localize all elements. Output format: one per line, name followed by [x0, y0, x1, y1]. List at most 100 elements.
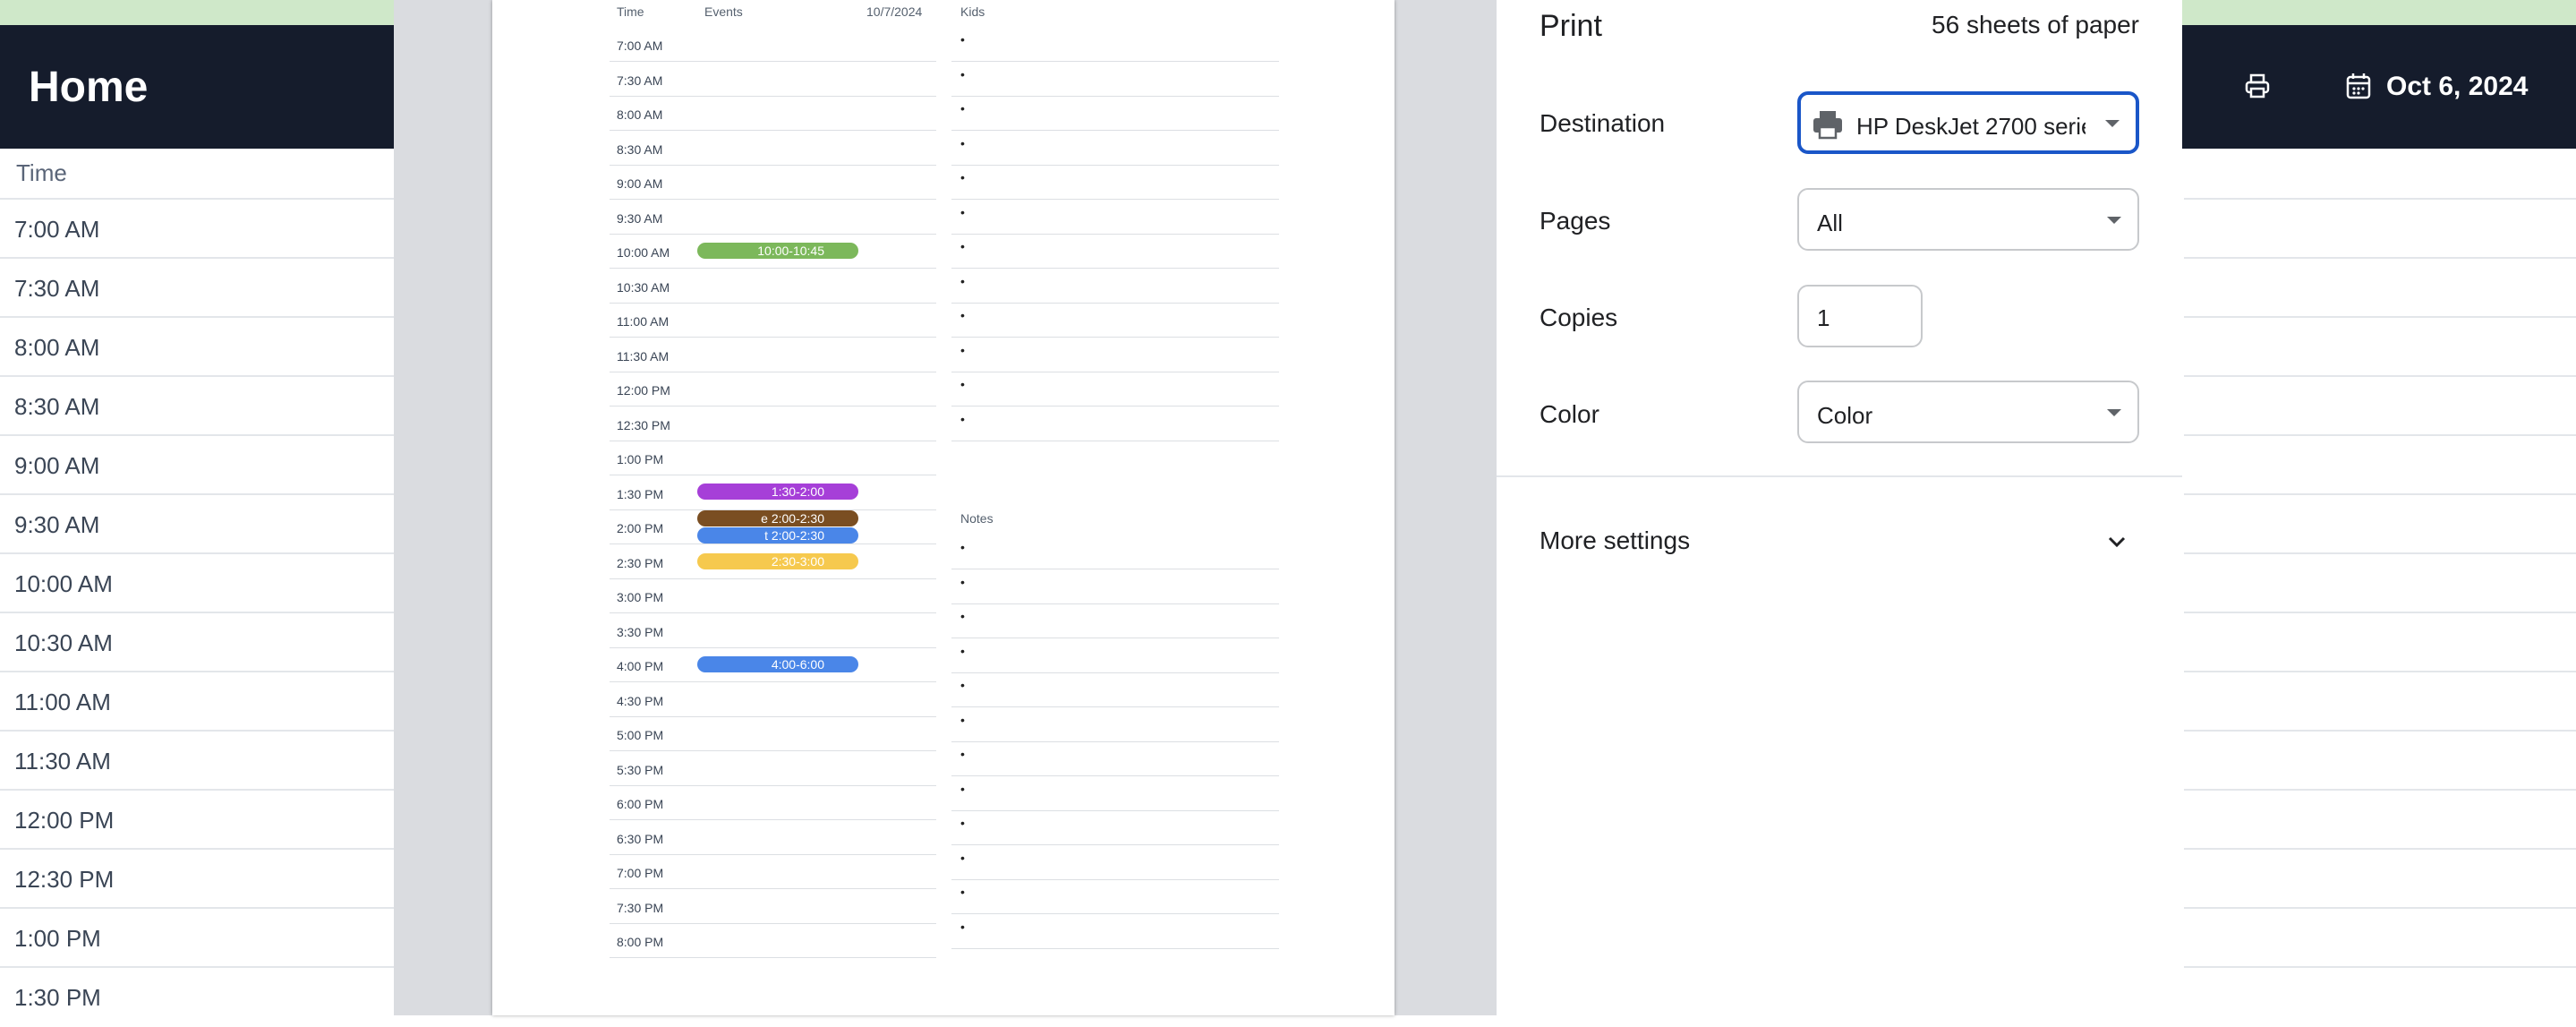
- pages-value: All: [1817, 210, 1843, 236]
- notes-bullet: •: [960, 919, 965, 934]
- notes-row: •: [951, 535, 1279, 569]
- notes-row: •: [951, 845, 1279, 880]
- preview-time-label: 4:00 PM: [617, 659, 664, 673]
- preview-notes-header: Notes: [960, 511, 994, 526]
- kids-bullet: •: [960, 411, 965, 426]
- time-row: 12:00 PM: [0, 789, 394, 850]
- preview-time-label: 10:00 AM: [617, 245, 670, 260]
- time-row: 12:30 PM: [0, 848, 394, 909]
- copies-input[interactable]: 1: [1797, 285, 1923, 347]
- chevron-down-icon: [2108, 536, 2126, 548]
- more-settings-toggle[interactable]: More settings: [1497, 510, 2182, 573]
- kids-bullet: •: [960, 342, 965, 357]
- color-select[interactable]: Color: [1797, 381, 2139, 443]
- preview-time-row: 11:00 AM: [610, 303, 936, 338]
- preview-time-label: 1:00 PM: [617, 452, 664, 466]
- preview-time-row: 1:00 PM: [610, 441, 936, 475]
- copies-value: 1: [1817, 304, 1830, 331]
- preview-time-label: 9:00 AM: [617, 176, 663, 191]
- print-title: Print: [1540, 9, 1602, 43]
- color-value: Color: [1817, 402, 1873, 429]
- preview-time-label: 7:30 PM: [617, 900, 664, 915]
- time-label: 1:00 PM: [14, 925, 101, 952]
- kids-bullet: •: [960, 101, 965, 116]
- preview-time-row: 3:30 PM: [610, 613, 936, 648]
- copies-label: Copies: [1540, 304, 1618, 331]
- sheet-count: 56 sheets of paper: [1932, 11, 2139, 39]
- time-label: 1:30 PM: [14, 984, 101, 1011]
- time-row-cell: [2184, 434, 2576, 495]
- event-time-label: e 2:00-2:30: [761, 511, 824, 526]
- preview-time-label: 11:30 AM: [617, 348, 670, 364]
- kids-row: •: [951, 62, 1279, 97]
- notes-row: •: [951, 638, 1279, 673]
- kids-row: •: [951, 372, 1279, 407]
- event-block[interactable]: 10:00-10:45: [697, 243, 858, 259]
- time-row: 8:00 AM: [0, 316, 394, 377]
- preview-time-row: 9:30 AM: [610, 200, 936, 235]
- preview-time-row: 5:00 PM: [610, 716, 936, 751]
- preview-time-label: 3:30 PM: [617, 624, 664, 639]
- preview-kids-header: Kids: [960, 4, 985, 19]
- event-block[interactable]: t 2:00-2:30: [697, 527, 858, 543]
- destination-select[interactable]: HP DeskJet 2700 serie: [1797, 91, 2139, 154]
- event-block[interactable]: 1:30-2:00: [697, 484, 858, 500]
- kids-row: •: [951, 96, 1279, 131]
- time-row-cell: [2184, 848, 2576, 909]
- preview-time-row: 6:00 PM: [610, 785, 936, 820]
- notes-row: •: [951, 741, 1279, 776]
- kids-row: •: [951, 27, 1279, 62]
- preview-time-row: 7:00 PM: [610, 854, 936, 889]
- time-row: 11:00 AM: [0, 671, 394, 732]
- time-label: 10:30 AM: [14, 629, 113, 656]
- notes-row: •: [951, 914, 1279, 949]
- print-icon[interactable]: [2243, 72, 2272, 100]
- notes-row: •: [951, 810, 1279, 845]
- color-label: Color: [1540, 400, 1599, 428]
- preview-time-label: 7:00 PM: [617, 866, 664, 880]
- time-row-cell: [2184, 907, 2576, 968]
- event-block[interactable]: 4:00-6:00: [697, 656, 858, 672]
- calendar-icon[interactable]: [2345, 72, 2372, 100]
- kids-row: •: [951, 165, 1279, 200]
- time-row: 1:00 PM: [0, 907, 394, 968]
- pages-select[interactable]: All: [1797, 188, 2139, 251]
- time-label: 7:30 AM: [14, 275, 100, 302]
- time-label: 9:30 AM: [14, 511, 100, 538]
- event-block[interactable]: e 2:00-2:30: [697, 510, 858, 526]
- time-row: 9:00 AM: [0, 434, 394, 495]
- kids-row: •: [951, 200, 1279, 235]
- preview-date-header: 10/7/2024: [866, 4, 923, 19]
- destination-label: Destination: [1540, 109, 1666, 137]
- time-row-cell: [2184, 257, 2576, 318]
- time-row-cell: [2184, 375, 2576, 436]
- time-row: 1:30 PM: [0, 966, 394, 1027]
- time-label: 8:00 AM: [14, 334, 100, 361]
- kids-bullet: •: [960, 204, 965, 219]
- time-label: 9:00 AM: [14, 452, 100, 479]
- preview-time-label: 11:00 AM: [617, 314, 670, 329]
- time-row-cell: [2184, 552, 2576, 613]
- time-label: 10:00 AM: [14, 570, 113, 597]
- notes-bullet: •: [960, 678, 965, 692]
- notes-row: •: [951, 707, 1279, 742]
- notes-bullet: •: [960, 712, 965, 727]
- event-time-label: 4:00-6:00: [771, 657, 824, 672]
- preview-time-label: 8:00 PM: [617, 935, 664, 949]
- event-time-label: t 2:00-2:30: [764, 528, 824, 543]
- preview-time-row: 3:00 PM: [610, 578, 936, 613]
- preview-time-label: 5:00 PM: [617, 728, 664, 742]
- preview-time-label: 10:30 AM: [617, 279, 670, 295]
- time-row: 9:30 AM: [0, 493, 394, 554]
- time-row: 7:30 AM: [0, 257, 394, 318]
- current-date[interactable]: Oct 6, 2024: [2386, 72, 2528, 102]
- preview-time-label: 3:00 PM: [617, 590, 664, 604]
- preview-time-label: 2:30 PM: [617, 555, 664, 570]
- kids-bullet: •: [960, 66, 965, 81]
- event-time-label: 2:30-3:00: [771, 554, 824, 569]
- kids-bullet: •: [960, 377, 965, 391]
- preview-time-row: 7:00 AM: [610, 27, 936, 62]
- event-time-label: 10:00-10:45: [757, 244, 824, 258]
- notes-bullet: •: [960, 747, 965, 761]
- event-block[interactable]: 2:30-3:00: [697, 553, 858, 569]
